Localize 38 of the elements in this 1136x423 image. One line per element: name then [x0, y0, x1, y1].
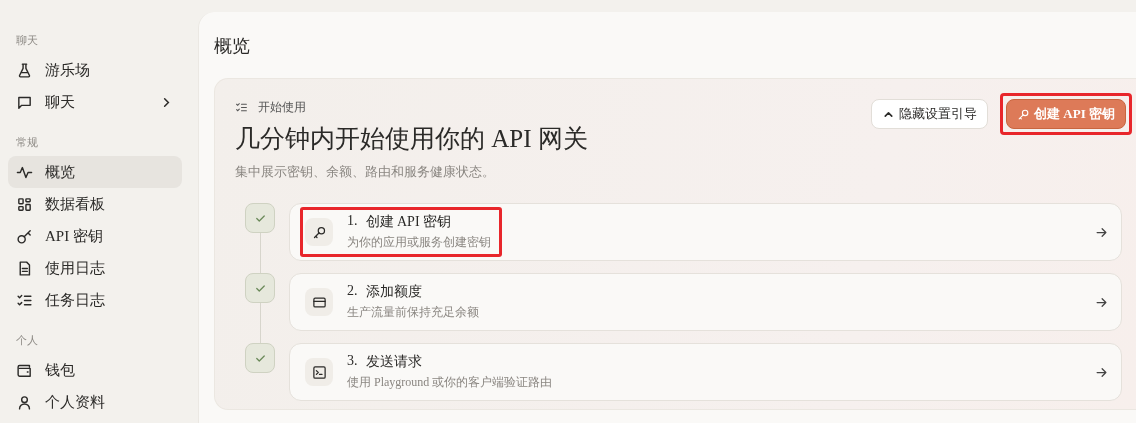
terminal-icon	[305, 358, 333, 386]
sidebar-item[interactable]: 概览	[8, 156, 182, 188]
key-icon	[305, 218, 333, 246]
step-title: 创建 API 密钥	[365, 213, 452, 231]
step-item[interactable]: 1. 创建 API 密钥 为你的应用或服务创建密钥	[289, 203, 1122, 261]
eyebrow-label: 开始使用	[258, 99, 306, 116]
key-icon	[1017, 107, 1031, 121]
card-subtitle: 集中展示密钥、余额、路由和服务健康状态。	[235, 163, 496, 181]
section-label: 个人	[15, 333, 39, 348]
sidebar-item[interactable]: 使用日志	[8, 252, 182, 284]
key-icon	[16, 227, 33, 245]
step-title: 添加额度	[365, 283, 422, 301]
step-item[interactable]: 3. 发送请求 使用 Playground 或你的客户端验证路由	[289, 343, 1122, 401]
sidebar-item[interactable]: 数据看板	[8, 188, 182, 220]
checklist-icon	[235, 101, 248, 114]
step-item[interactable]: 2. 添加额度 生产流量前保持充足余额	[289, 273, 1122, 331]
sidebar-item[interactable]: API 密钥	[8, 220, 182, 252]
flask-icon	[16, 61, 33, 79]
user-icon	[16, 393, 33, 411]
section-label: 常规	[15, 135, 39, 150]
step-number: 3.	[347, 353, 358, 370]
step-title: 发送请求	[365, 353, 422, 371]
sidebar-item[interactable]: 聊天	[8, 86, 182, 118]
sidebar-item[interactable]: 游乐场	[8, 54, 182, 86]
sidebar-item[interactable]: 个人资料	[8, 386, 182, 418]
step-number: 1.	[347, 213, 358, 230]
grid-icon	[16, 195, 33, 213]
step-description: 为你的应用或服务创建密钥	[347, 234, 491, 251]
sidebar-item[interactable]: 钱包	[8, 354, 182, 386]
step-number: 2.	[347, 283, 358, 300]
page-title: 概览	[214, 35, 251, 58]
hide-guide-button[interactable]: 隐藏设置引导	[871, 99, 989, 129]
section-label: 聊天	[15, 33, 39, 48]
step-description: 使用 Playground 或你的客户端验证路由	[347, 374, 553, 391]
sidebar-item[interactable]: 任务日志	[8, 284, 182, 316]
card-title: 几分钟内开始使用你的 API 网关	[235, 124, 588, 154]
step-description: 生产流量前保持充足余额	[347, 304, 479, 321]
card-icon	[305, 288, 333, 316]
